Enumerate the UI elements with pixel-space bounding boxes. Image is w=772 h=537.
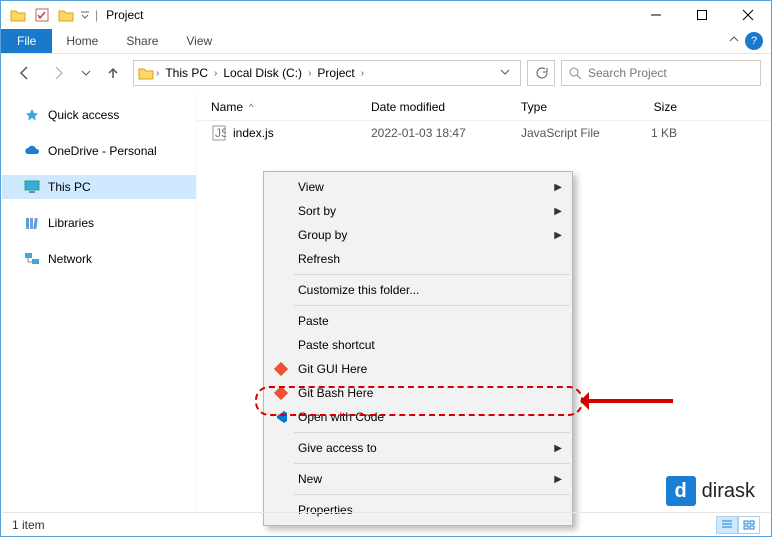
breadcrumb-folder[interactable]: Project [313,64,358,82]
sidebar-item-onedrive[interactable]: OneDrive - Personal [2,139,196,163]
cloud-icon [24,143,40,159]
nav-row: › This PC › Local Disk (C:) › Project › … [1,54,771,92]
file-name: index.js [233,126,274,140]
nav-forward-button[interactable] [45,59,73,87]
col-type[interactable]: Type [507,100,627,114]
menu-separator [294,274,570,275]
monitor-icon [24,179,40,195]
status-item-count: 1 item [12,518,45,532]
address-bar[interactable]: › This PC › Local Disk (C:) › Project › [133,60,521,86]
titlebar: | Project [1,1,771,29]
chevron-right-icon[interactable]: › [308,68,311,79]
title-separator: | [95,8,98,22]
sidebar-item-libraries[interactable]: Libraries [2,211,196,235]
file-tab[interactable]: File [1,29,52,53]
col-name[interactable]: Name^ [197,100,357,114]
sidebar-item-quickaccess[interactable]: Quick access [2,103,196,127]
watermark: d dirask [666,476,755,506]
file-row[interactable]: JS index.js 2022-01-03 18:47 JavaScript … [197,121,770,145]
chevron-right-icon[interactable]: › [156,68,159,79]
sidebar-item-label: Network [48,252,92,266]
minimize-button[interactable] [633,1,679,29]
file-type: JavaScript File [507,126,627,140]
ribbon-expand-button[interactable] [729,34,739,48]
status-bar: 1 item [2,512,770,536]
refresh-button[interactable] [527,60,555,86]
git-icon [272,360,290,378]
sidebar-item-label: Quick access [48,108,119,122]
nav-history-button[interactable] [79,59,93,87]
tab-share[interactable]: Share [112,29,172,53]
ctx-new[interactable]: New▶ [264,467,572,491]
chevron-right-icon[interactable]: › [214,68,217,79]
chevron-right-icon[interactable]: › [361,68,364,79]
col-size[interactable]: Size [627,100,707,114]
close-button[interactable] [725,1,771,29]
column-headers: Name^ Date modified Type Size [197,93,770,121]
sidebar-item-label: This PC [48,180,91,194]
sort-asc-icon: ^ [249,102,253,112]
menu-separator [294,463,570,464]
nav-back-button[interactable] [11,59,39,87]
ctx-open-with-code[interactable]: Open with Code [264,405,572,429]
git-icon [272,384,290,402]
watermark-logo: d [666,476,696,506]
chevron-right-icon: ▶ [554,230,562,241]
help-icon[interactable]: ? [745,32,763,50]
breadcrumb-thispc[interactable]: This PC [161,64,212,82]
view-details-button[interactable] [716,516,738,534]
nav-up-button[interactable] [99,59,127,87]
menu-separator [294,305,570,306]
search-placeholder: Search Project [588,66,667,80]
watermark-text: dirask [702,480,755,503]
tab-view[interactable]: View [172,29,226,53]
context-menu: View▶ Sort by▶ Group by▶ Refresh Customi… [263,171,573,526]
sidebar-item-thispc[interactable]: This PC [2,175,196,199]
chevron-right-icon: ▶ [554,474,562,485]
ctx-sortby[interactable]: Sort by▶ [264,199,572,223]
qat-properties-button[interactable] [31,4,53,26]
sidebar-item-network[interactable]: Network [2,247,196,271]
vscode-icon [272,408,290,426]
ctx-view[interactable]: View▶ [264,175,572,199]
file-size: 1 KB [627,126,707,140]
menu-separator [294,432,570,433]
breadcrumb-drive[interactable]: Local Disk (C:) [219,64,306,82]
ctx-git-bash[interactable]: Git Bash Here [264,381,572,405]
chevron-right-icon: ▶ [554,206,562,217]
ctx-paste-shortcut: Paste shortcut [264,333,572,357]
tab-home[interactable]: Home [52,29,112,53]
maximize-button[interactable] [679,1,725,29]
ribbon: File Home Share View ? [1,29,771,54]
annotation-arrow [583,399,673,403]
search-icon [568,66,582,80]
address-dropdown[interactable] [494,66,516,80]
ctx-paste: Paste [264,309,572,333]
sidebar-item-label: OneDrive - Personal [48,144,157,158]
menu-separator [294,494,570,495]
file-date: 2022-01-03 18:47 [357,126,507,140]
view-largeicons-button[interactable] [738,516,760,534]
ctx-groupby[interactable]: Group by▶ [264,223,572,247]
sidebar-item-label: Libraries [48,216,94,230]
ctx-give-access[interactable]: Give access to▶ [264,436,572,460]
network-icon [24,251,40,267]
folder-icon [7,4,29,26]
folder-icon [138,65,154,81]
search-input[interactable]: Search Project [561,60,761,86]
ctx-customize[interactable]: Customize this folder... [264,278,572,302]
col-date[interactable]: Date modified [357,100,507,114]
folder-icon-small [55,4,77,26]
window-title: Project [106,8,143,22]
js-file-icon: JS [211,125,227,141]
chevron-right-icon: ▶ [554,182,562,193]
ctx-git-gui[interactable]: Git GUI Here [264,357,572,381]
star-icon [24,107,40,123]
chevron-right-icon: ▶ [554,443,562,454]
ctx-refresh[interactable]: Refresh [264,247,572,271]
nav-tree: Quick access OneDrive - Personal This PC… [2,93,197,512]
qat-dropdown[interactable] [79,4,91,26]
libraries-icon [24,215,40,231]
svg-text:JS: JS [215,126,226,140]
